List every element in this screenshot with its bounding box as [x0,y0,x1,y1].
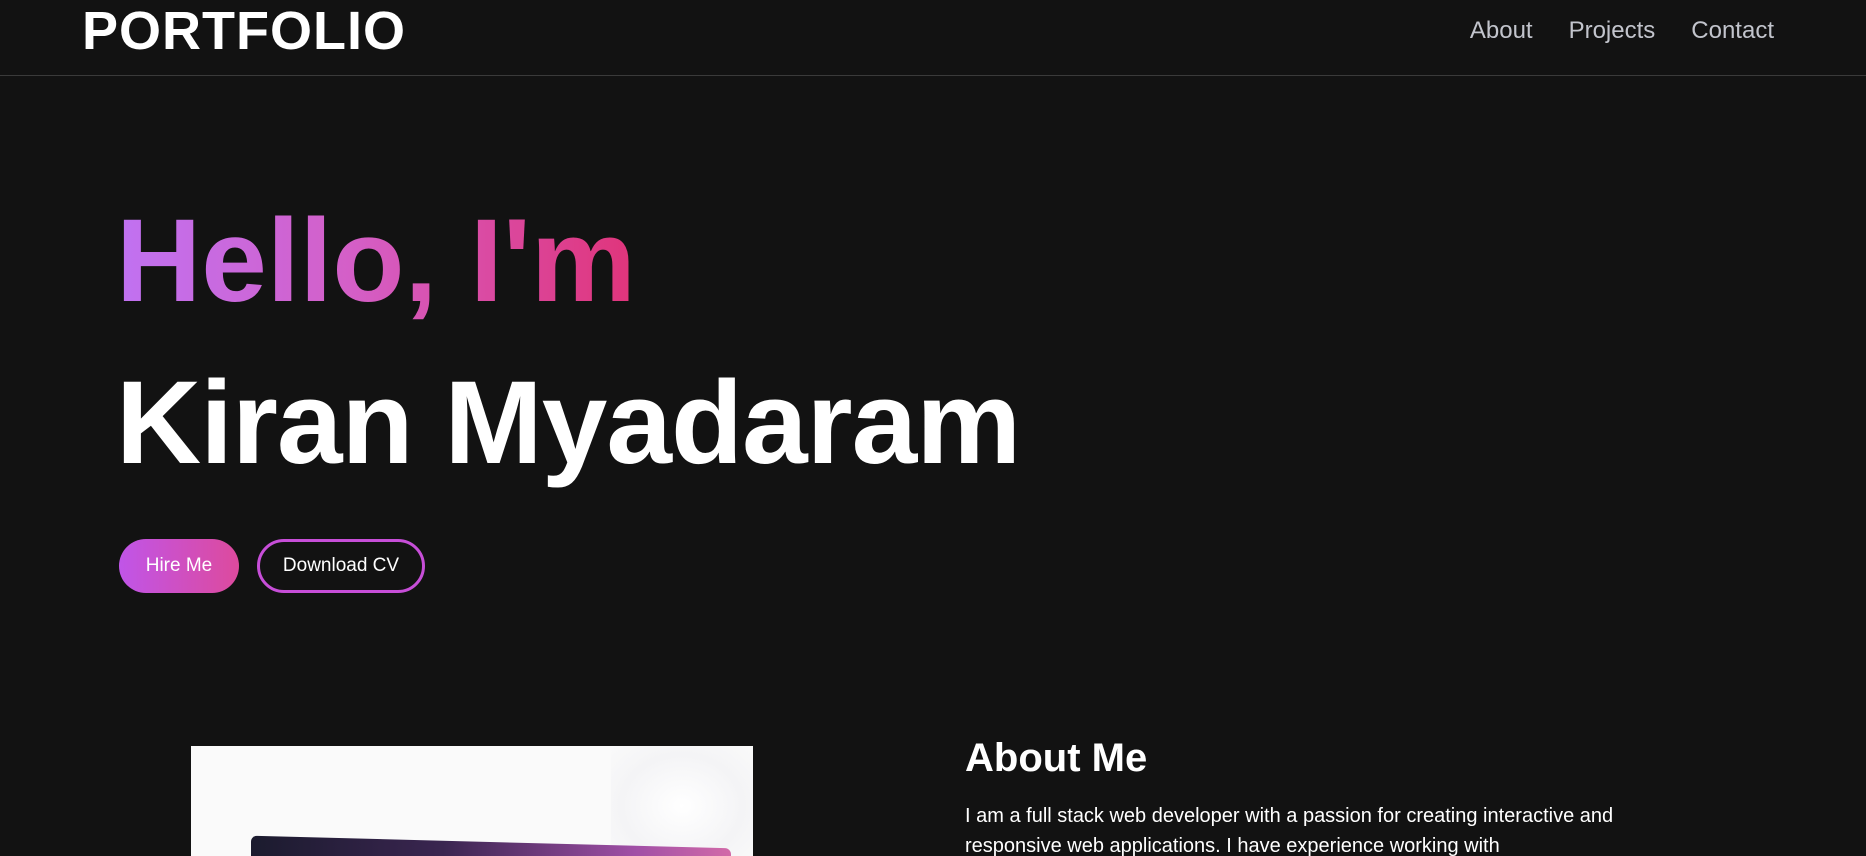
download-cv-button[interactable]: Download CV [257,539,425,593]
nav-link-contact[interactable]: Contact [1691,14,1774,48]
portfolio-page: PORTFOLIO About Projects Contact Hello, … [0,0,1866,856]
nav-link-projects[interactable]: Projects [1569,14,1656,48]
image-glow [611,746,753,856]
about-title: About Me [965,736,1148,780]
about-image [191,746,753,856]
hero-greeting: Hello, I'm [116,195,636,327]
about-text: I am a full stack web developer with a p… [965,805,1614,856]
hero-name: Kiran Myadaram [116,357,1021,489]
site-logo[interactable]: PORTFOLIO [82,0,406,62]
site-header: PORTFOLIO About Projects Contact [0,0,1866,76]
main-nav: About Projects Contact [1434,14,1774,48]
hero-actions: Hire Me Download CV [119,539,425,593]
nav-link-about[interactable]: About [1470,14,1533,48]
hire-me-button[interactable]: Hire Me [119,539,239,593]
